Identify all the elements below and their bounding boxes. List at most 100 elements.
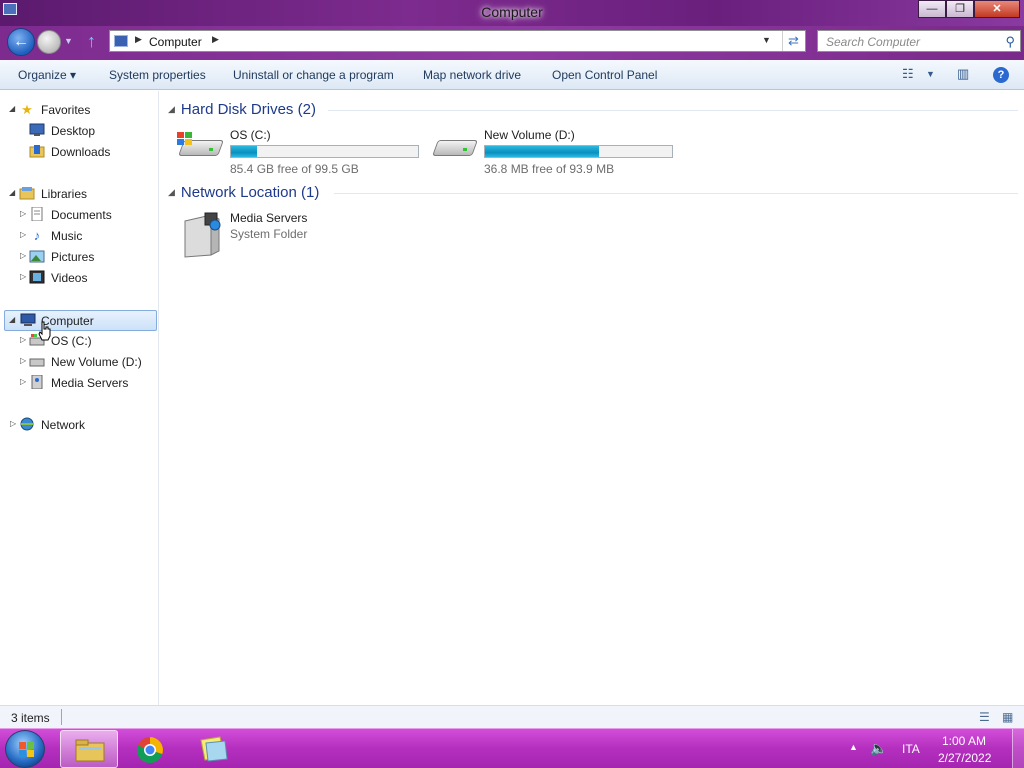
taskbar-sticky-notes-button[interactable]	[184, 730, 242, 768]
chevron-right-icon[interactable]: ▶	[212, 34, 219, 45]
collapse-arrow-icon[interactable]: ◢	[168, 104, 175, 114]
open-control-panel-button[interactable]: Open Control Panel	[552, 68, 657, 82]
sidebar-item-downloads[interactable]: Downloads	[18, 142, 148, 162]
group-header-network-location[interactable]: ◢ Network Location (1)	[168, 184, 319, 201]
expand-arrow-icon[interactable]: ▷	[10, 419, 16, 428]
uninstall-program-button[interactable]: Uninstall or change a program	[233, 68, 394, 82]
sticky-notes-icon	[200, 736, 228, 762]
chevron-right-icon[interactable]: ▶	[135, 34, 142, 45]
chevron-down-icon[interactable]: ▼	[762, 35, 771, 45]
collapse-arrow-icon[interactable]: ◢	[168, 187, 175, 197]
clock-date[interactable]: 2/27/2022	[938, 751, 991, 765]
change-view-icon[interactable]: ☷	[902, 66, 914, 82]
capacity-bar	[230, 145, 419, 158]
sidebar-item-music[interactable]: ▷ ♪ Music	[18, 226, 148, 246]
libraries-icon	[19, 186, 35, 202]
item-count: 3 items	[11, 711, 50, 725]
expand-arrow-icon[interactable]: ▷	[20, 377, 26, 386]
large-icons-view-icon[interactable]: ▦	[1002, 710, 1013, 724]
downloads-folder-icon	[29, 144, 45, 160]
details-view-icon[interactable]: ☰	[979, 710, 990, 724]
input-language[interactable]: ITA	[902, 742, 920, 756]
drive-tile[interactable]: OS (C:) 85.4 GB free of 99.5 GB	[177, 128, 427, 176]
taskbar-explorer-button[interactable]	[60, 730, 118, 768]
show-desktop-button[interactable]	[1012, 729, 1024, 768]
sidebar-item-documents[interactable]: ▷ Documents	[18, 205, 148, 225]
expand-arrow-icon[interactable]: ▷	[20, 251, 26, 260]
sidebar-item-network[interactable]: ▷ Network	[8, 415, 148, 435]
taskbar-chrome-button[interactable]	[122, 730, 180, 768]
close-button[interactable]: ✕	[974, 0, 1020, 18]
group-divider	[334, 193, 1018, 194]
map-network-drive-button[interactable]: Map network drive	[423, 68, 521, 82]
up-button[interactable]: ↑	[87, 31, 96, 52]
expand-arrow-icon[interactable]: ▷	[20, 356, 26, 365]
organize-button[interactable]: Organize ▾	[18, 68, 76, 82]
navigation-pane: ◢ ★ Favorites Desktop Downloads ◢ Librar…	[0, 91, 159, 705]
hard-drive-icon	[29, 354, 45, 370]
back-button[interactable]: ←	[7, 28, 35, 56]
sidebar-item-computer[interactable]: ◢ Computer	[4, 310, 157, 331]
window-controls: — ❐ ✕	[918, 0, 1020, 18]
collapse-arrow-icon[interactable]: ◢	[9, 188, 15, 197]
breadcrumb-computer[interactable]: Computer	[149, 35, 202, 49]
preview-pane-icon[interactable]: ▥	[957, 66, 969, 82]
media-server-icon	[184, 212, 221, 258]
drive-name: OS (C:)	[230, 128, 271, 142]
drive-tile[interactable]: New Volume (D:) 36.8 MB free of 93.9 MB	[431, 128, 681, 176]
minimize-button[interactable]: —	[918, 0, 946, 18]
recent-pages-dropdown-icon[interactable]: ▼	[64, 36, 73, 46]
title-bar[interactable]: Computer — ❐ ✕	[0, 0, 1024, 26]
star-icon: ★	[21, 102, 33, 117]
show-hidden-icons-button[interactable]: ▲	[849, 742, 858, 752]
hard-drive-icon	[177, 132, 224, 162]
expand-arrow-icon[interactable]: ▷	[20, 335, 26, 344]
sidebar-item-libraries[interactable]: ◢ Libraries	[8, 184, 148, 204]
folder-icon	[75, 739, 105, 762]
start-button[interactable]	[5, 730, 45, 768]
search-placeholder: Search Computer	[826, 35, 921, 49]
network-location-name: Media Servers	[230, 211, 308, 225]
refresh-icon[interactable]: ⇄	[782, 31, 804, 51]
computer-icon	[114, 35, 128, 47]
forward-button[interactable]	[37, 30, 61, 54]
view-options-dropdown-icon[interactable]: ▼	[926, 69, 935, 79]
drive-name: New Volume (D:)	[484, 128, 575, 142]
expand-arrow-icon[interactable]: ▷	[20, 230, 26, 239]
pictures-icon	[29, 249, 45, 265]
documents-icon	[29, 206, 45, 223]
network-location-item[interactable]: Media Servers System Folder	[177, 209, 377, 258]
sidebar-item-videos[interactable]: ▷ Videos	[18, 268, 148, 288]
search-input[interactable]: Search Computer ⚲	[817, 30, 1021, 52]
command-bar: Organize ▾ System properties Uninstall o…	[0, 60, 1024, 90]
clock-time[interactable]: 1:00 AM	[942, 734, 986, 748]
sidebar-item-pictures[interactable]: ▷ Pictures	[18, 247, 148, 267]
desktop-icon	[29, 123, 45, 139]
collapse-arrow-icon[interactable]: ◢	[9, 315, 15, 324]
drive-free-space: 85.4 GB free of 99.5 GB	[230, 162, 359, 176]
help-icon[interactable]: ?	[993, 67, 1009, 83]
group-header-hard-disk-drives[interactable]: ◢ Hard Disk Drives (2)	[168, 101, 316, 118]
hand-cursor-icon	[38, 321, 51, 341]
network-location-type: System Folder	[230, 227, 308, 241]
expand-arrow-icon[interactable]: ▷	[20, 272, 26, 281]
volume-icon[interactable]: 🔈	[870, 740, 887, 757]
system-properties-button[interactable]: System properties	[109, 68, 206, 82]
group-divider	[328, 110, 1018, 111]
collapse-arrow-icon[interactable]: ◢	[9, 104, 15, 113]
media-server-icon	[29, 374, 45, 391]
sidebar-item-media-servers[interactable]: ▷ Media Servers	[18, 373, 148, 393]
address-bar[interactable]: ▶ Computer ▶ ▼ ⇄	[109, 30, 806, 52]
music-icon: ♪	[33, 228, 41, 243]
sidebar-item-favorites[interactable]: ◢ ★ Favorites	[8, 100, 148, 120]
status-bar: 3 items ☰ ▦	[0, 705, 1024, 728]
maximize-button[interactable]: ❐	[946, 0, 974, 18]
hard-drive-icon	[431, 132, 478, 162]
search-icon[interactable]: ⚲	[1005, 34, 1015, 50]
expand-arrow-icon[interactable]: ▷	[20, 209, 26, 218]
sidebar-item-desktop[interactable]: Desktop	[18, 121, 148, 141]
status-divider	[61, 709, 62, 725]
windows-logo-icon	[19, 742, 35, 758]
content-pane: ◢ Hard Disk Drives (2) OS (C:) 85.4 GB fr…	[160, 91, 1024, 705]
sidebar-item-new-volume[interactable]: ▷ New Volume (D:)	[18, 352, 148, 372]
